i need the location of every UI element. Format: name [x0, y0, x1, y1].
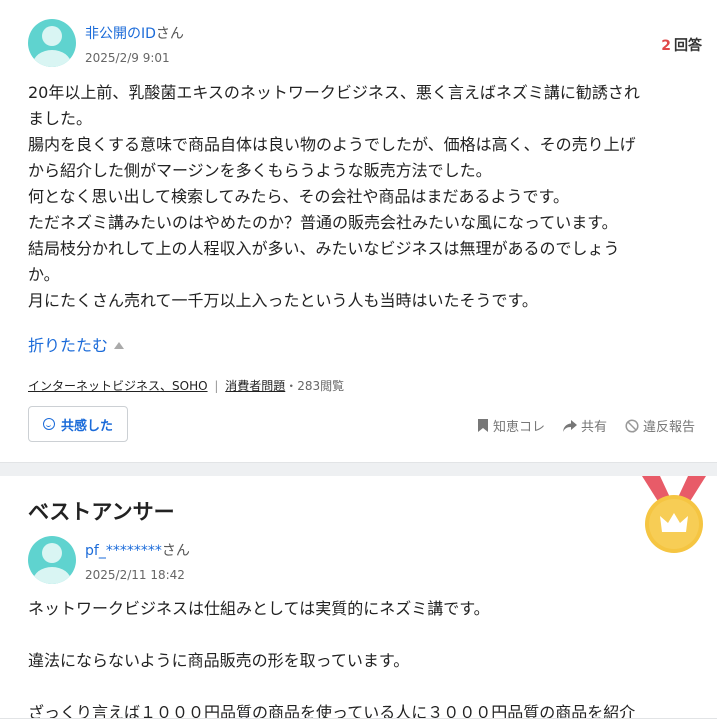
answer-body: ネットワークビジネスは仕組みとしては実質的にネズミ講です。 違法にならないように… — [28, 596, 698, 719]
bookmark-icon — [477, 419, 488, 432]
best-answer-title: ベストアンサー — [28, 500, 175, 524]
question-line: から紹介した側がマージンを多くもらうような販売方法でした。 — [28, 161, 492, 180]
category-row: インターネットビジネス、SOHO | 消費者問題・283閲覧 — [28, 377, 344, 394]
question-body: 20年以上前、乳酸菌エキスのネットワークビジネス、悪く言えばネズミ講に勧誘され … — [28, 80, 698, 314]
question-user-suffix: さん — [155, 26, 184, 42]
crown-medal-icon — [642, 476, 706, 553]
answer-user: pf_********さん — [85, 540, 190, 560]
prohibited-icon — [625, 418, 639, 433]
share-icon — [562, 419, 577, 432]
answer-blank-line — [28, 622, 698, 648]
answer-user-suffix: さん — [161, 543, 190, 559]
empathy-button[interactable]: 共感した — [28, 406, 128, 442]
question-date: 2025/2/9 9:01 — [85, 51, 170, 65]
report-button[interactable]: 違反報告 — [625, 416, 695, 435]
bookmark-label: 知恵コレ — [492, 420, 545, 435]
fold-toggle[interactable]: 折りたたむ — [28, 332, 125, 356]
report-label: 違反報告 — [642, 420, 695, 435]
answer-count-number: 2 — [661, 38, 671, 54]
answer-count[interactable]: 2 回答 — [661, 35, 702, 55]
category-link-consumer-issues[interactable]: 消費者問題 — [225, 379, 285, 393]
question-line: 腸内を良くする意味で商品自体は良い物のようでしたが、価格は高く、その売り上げ — [28, 135, 636, 154]
answer-date: 2025/2/11 18:42 — [85, 568, 185, 582]
question-line: か。 — [28, 265, 60, 284]
fold-label: 折りたたむ — [28, 336, 109, 355]
answer-count-label: 回答 — [674, 38, 702, 54]
question-line: 何となく思い出して検索してみたら、その会社や商品はまだあるようです。 — [28, 187, 569, 206]
question-line: 月にたくさん売れて一千万以上入ったという人も当時はいたそうです。 — [28, 291, 538, 310]
question-line: 結局枝分かれして上の人程収入が多い、みたいなビジネスは無理があるのでしょう — [28, 239, 620, 258]
question-line: 20年以上前、乳酸菌エキスのネットワークビジネス、悪く言えばネズミ講に勧誘され — [28, 83, 640, 102]
answer-user-id[interactable]: pf_******** — [85, 543, 162, 559]
category-link-internet-business[interactable]: インターネットビジネス、SOHO — [28, 379, 208, 393]
bookmark-button[interactable]: 知恵コレ — [477, 416, 545, 435]
category-separator: | — [214, 379, 219, 393]
question-user: 非公開のIDさん — [85, 23, 184, 43]
empathy-label: 共感した — [60, 418, 113, 434]
share-label: 共有 — [580, 420, 607, 435]
answer-blank-line — [28, 674, 698, 700]
question-line: ただネズミ講みたいのはやめたのか？普通の販売会社みたいな風になっています。 — [28, 213, 618, 232]
smile-icon — [42, 418, 55, 430]
question-actions: 知恵コレ 共有 違反報告 — [477, 416, 695, 435]
share-button[interactable]: 共有 — [562, 416, 607, 435]
caret-up-icon — [114, 342, 125, 349]
answer-line: ネットワークビジネスは仕組みとしては実質的にネズミ講です。 — [28, 599, 490, 618]
answer-line: 違法にならないように商品販売の形を取っています。 — [28, 651, 410, 670]
view-count: ・283閲覧 — [285, 379, 345, 393]
question-line: ました。 — [28, 109, 93, 128]
question-card: 非公開のIDさん 2025/2/9 9:01 2 回答 20年以上前、乳酸菌エキス… — [0, 0, 717, 463]
question-user-id[interactable]: 非公開のID — [85, 26, 156, 42]
answer-line: ざっくり言えば１０００円品質の商品を使っている人に３０００円品質の商品を紹介 — [28, 703, 636, 719]
avatar[interactable] — [28, 536, 76, 584]
avatar[interactable] — [28, 19, 76, 67]
